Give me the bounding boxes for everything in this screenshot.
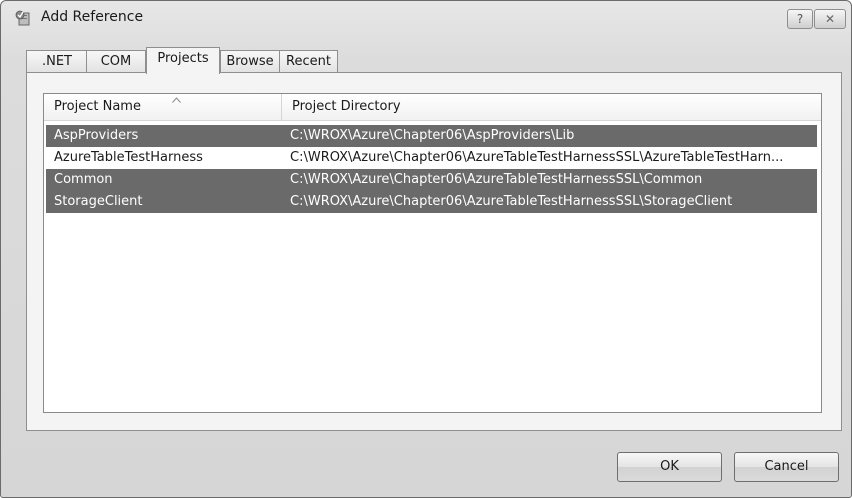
project-directory: C:\WROX\Azure\Chapter06\AzureTableTestHa… (290, 150, 784, 165)
project-directory: C:\WROX\Azure\Chapter06\AspProviders\Lib (290, 128, 575, 143)
ok-button[interactable]: OK (617, 452, 722, 482)
add-reference-icon (15, 10, 33, 26)
cancel-button[interactable]: Cancel (734, 452, 839, 482)
title-bar[interactable]: Add Reference ? ✕ (1, 1, 851, 35)
project-name: AspProviders (54, 128, 139, 143)
project-name: Common (54, 172, 113, 187)
tab-com[interactable]: COM (86, 50, 146, 73)
list-item-common[interactable]: Common C:\WROX\Azure\Chapter06\AzureTabl… (46, 169, 817, 191)
project-list[interactable]: Project Name Project Directory AspProvid… (43, 93, 822, 413)
tab-net[interactable]: .NET (26, 50, 88, 73)
add-reference-dialog: Add Reference ? ✕ .NET COM Projects Brow… (0, 0, 852, 498)
tab-projects[interactable]: Projects (146, 47, 220, 74)
project-name: AzureTableTestHarness (54, 150, 203, 165)
window-title: Add Reference (41, 9, 144, 25)
tab-recent[interactable]: Recent (279, 50, 338, 73)
column-header-project-directory[interactable]: Project Directory (282, 94, 821, 120)
close-button[interactable]: ✕ (814, 9, 846, 29)
tab-browse[interactable]: Browse (220, 50, 280, 73)
sort-ascending-icon (172, 88, 181, 114)
list-item-azuretabletestharness[interactable]: AzureTableTestHarness C:\WROX\Azure\Chap… (46, 147, 817, 169)
list-header: Project Name Project Directory (44, 94, 821, 121)
project-name: StorageClient (54, 194, 143, 209)
list-rows: AspProviders C:\WROX\Azure\Chapter06\Asp… (46, 125, 817, 213)
project-directory: C:\WROX\Azure\Chapter06\AzureTableTestHa… (290, 172, 703, 187)
list-item-storageclient[interactable]: StorageClient C:\WROX\Azure\Chapter06\Az… (46, 191, 817, 213)
list-item-aspproviders[interactable]: AspProviders C:\WROX\Azure\Chapter06\Asp… (46, 125, 817, 147)
column-header-project-name[interactable]: Project Name (44, 94, 282, 120)
help-button[interactable]: ? (787, 9, 813, 29)
projects-tab-panel: Project Name Project Directory AspProvid… (26, 72, 842, 431)
project-directory: C:\WROX\Azure\Chapter06\AzureTableTestHa… (290, 194, 733, 209)
column-label: Project Name (54, 99, 141, 114)
